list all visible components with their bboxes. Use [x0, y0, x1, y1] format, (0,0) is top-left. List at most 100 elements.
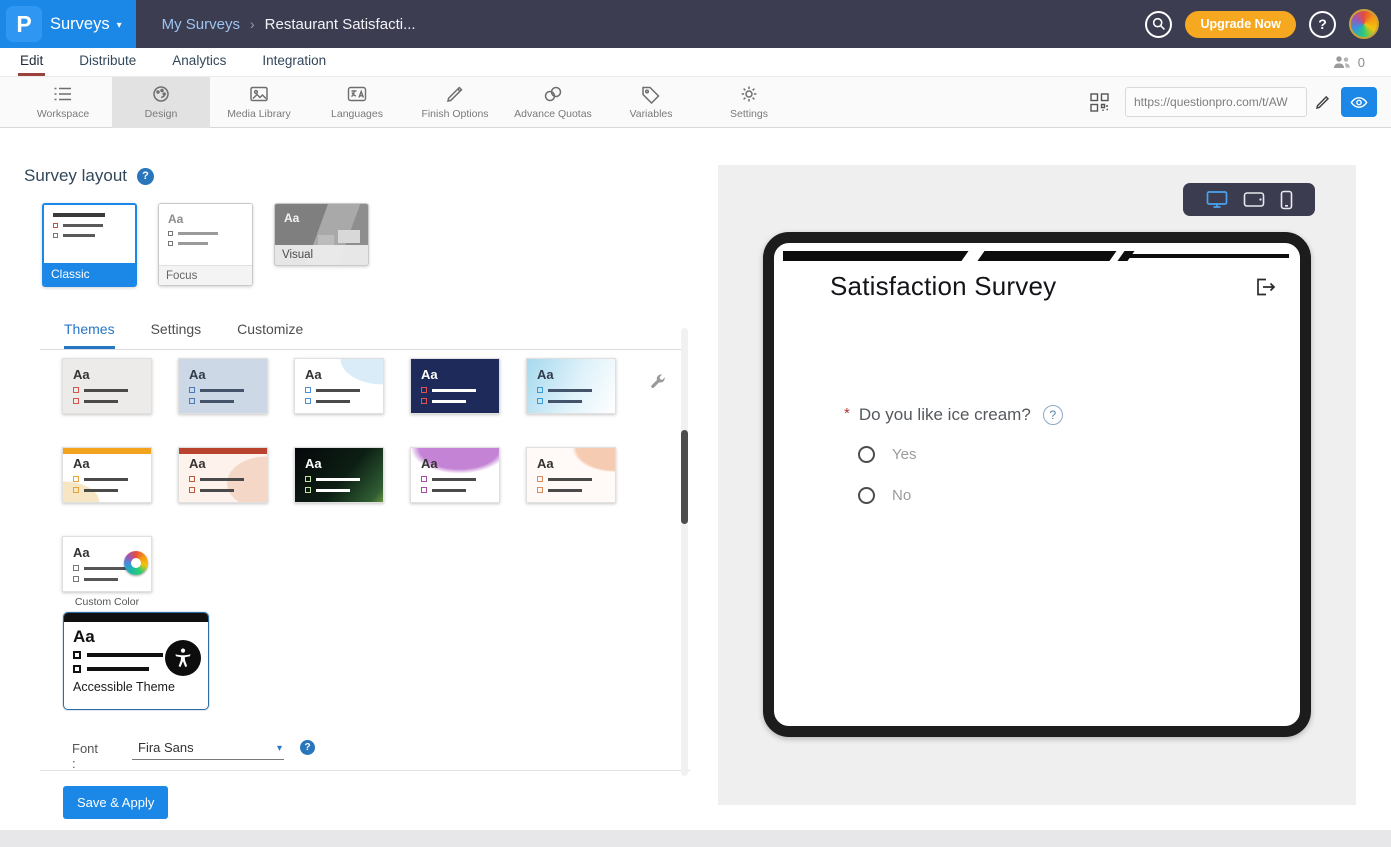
device-frame: Satisfaction Survey * Do you like ice cr… — [763, 232, 1311, 737]
variables-icon — [640, 84, 662, 104]
visual-label: Visual — [275, 245, 368, 265]
toolbar-item-settings[interactable]: Settings — [700, 77, 798, 128]
theme-card-10[interactable]: Aa — [526, 447, 616, 503]
exit-survey-button[interactable] — [1254, 277, 1276, 297]
qr-code-icon — [1090, 93, 1109, 112]
classic-label: Classic — [44, 263, 135, 285]
layout-option-classic[interactable]: Classic — [42, 203, 137, 287]
avatar[interactable] — [1349, 9, 1379, 39]
design-icon — [150, 84, 172, 104]
chevron-down-icon: ▾ — [117, 20, 122, 31]
answer-option-yes[interactable]: Yes — [858, 446, 916, 463]
accessible-theme-card[interactable]: Aa Accessible Theme — [63, 612, 209, 710]
eye-icon — [1350, 96, 1368, 109]
theme-card-2[interactable]: Aa — [178, 358, 268, 414]
layout-option-focus[interactable]: Aa Focus — [158, 203, 253, 286]
tab-edit[interactable]: Edit — [18, 48, 45, 76]
search-icon — [1152, 17, 1166, 31]
accessibility-icon — [165, 640, 201, 676]
focus-label: Focus — [159, 265, 252, 285]
device-desktop-button[interactable] — [1206, 190, 1228, 209]
layout-option-visual[interactable]: Aa Visual — [274, 203, 369, 266]
product-menu-label: Surveys — [50, 15, 110, 34]
preview-button[interactable] — [1341, 87, 1377, 117]
font-dropdown[interactable]: Fira Sans ▾ — [132, 738, 284, 760]
wrench-icon — [649, 373, 667, 391]
theme-card-7[interactable]: Aa — [178, 447, 268, 503]
toolbar-item-media-library[interactable]: Media Library — [210, 77, 308, 128]
tab-theme-settings[interactable]: Settings — [151, 321, 202, 349]
collaborators-button[interactable]: 0 — [1332, 48, 1365, 77]
help-button[interactable]: ? — [1309, 11, 1336, 38]
font-help-icon[interactable]: ? — [300, 740, 315, 755]
preview-panel: Satisfaction Survey * Do you like ice cr… — [718, 165, 1356, 805]
color-wheel-icon — [124, 551, 148, 575]
theme-card-4[interactable]: Aa — [410, 358, 500, 414]
custom-color-thumbnail: Aa — [62, 536, 152, 592]
save-apply-button[interactable]: Save & Apply — [63, 786, 168, 819]
toolbar-item-finish-options[interactable]: Finish Options — [406, 77, 504, 128]
option-no-label: No — [892, 487, 911, 504]
theme-card-1[interactable]: Aa — [62, 358, 152, 414]
workspace-icon — [52, 84, 74, 104]
tab-integration[interactable]: Integration — [260, 48, 328, 76]
upgrade-now-button[interactable]: Upgrade Now — [1185, 11, 1296, 38]
theme-card-6[interactable]: Aa — [62, 447, 152, 503]
scrollbar-thumb[interactable] — [681, 430, 688, 524]
pencil-icon — [1315, 94, 1331, 110]
toolbar-item-advance-quotas[interactable]: Advance Quotas — [504, 77, 602, 128]
tab-distribute[interactable]: Distribute — [77, 48, 138, 76]
accessible-theme-label: Accessible Theme — [64, 679, 208, 694]
toolbar-item-languages[interactable]: Languages — [308, 77, 406, 128]
font-label: Font : — [72, 741, 98, 771]
option-yes-label: Yes — [892, 446, 916, 463]
tab-themes[interactable]: Themes — [64, 321, 115, 349]
theme-card-9[interactable]: Aa — [410, 447, 500, 503]
desktop-icon — [1206, 190, 1228, 209]
media-library-icon — [248, 84, 270, 104]
survey-preview-title: Satisfaction Survey — [830, 271, 1056, 302]
top-bar: P Surveys ▾ My Surveys › Restaurant Sati… — [0, 0, 1391, 48]
layout-options: Classic Aa Focus Aa Visual — [42, 203, 369, 287]
classic-thumbnail — [44, 205, 135, 263]
finish-options-icon — [444, 84, 466, 104]
search-button[interactable] — [1145, 11, 1172, 38]
qr-code-button[interactable] — [1090, 93, 1109, 112]
toolbar-item-workspace[interactable]: Workspace — [14, 77, 112, 128]
custom-color-card[interactable]: Aa Custom Color — [62, 536, 152, 608]
accessible-theme-topbar — [64, 613, 208, 622]
product-menu[interactable]: P Surveys ▾ — [0, 0, 136, 48]
answer-option-no[interactable]: No — [858, 487, 911, 504]
theme-grid: Aa Aa Aa Aa Aa Aa Aa Aa Aa Aa Aa Custom Color — [62, 358, 622, 608]
scrollbar-track[interactable] — [681, 328, 688, 776]
tablet-icon — [1243, 191, 1265, 208]
collaborator-count: 0 — [1358, 55, 1365, 70]
device-tablet-button[interactable] — [1243, 191, 1265, 208]
theme-settings-tabs: Themes Settings Customize — [64, 321, 303, 349]
radio-no[interactable] — [858, 487, 875, 504]
theme-card-8[interactable]: Aa — [294, 447, 384, 503]
toolbar-item-design[interactable]: Design — [112, 77, 210, 128]
radio-yes[interactable] — [858, 446, 875, 463]
questionpro-logo: P — [6, 6, 42, 42]
nav-tab-bar: Edit Distribute Analytics Integration 0 — [0, 48, 1391, 77]
survey-layout-help-icon[interactable]: ? — [137, 168, 154, 185]
tab-customize[interactable]: Customize — [237, 321, 303, 349]
settings-icon — [738, 84, 760, 104]
survey-url-field[interactable]: https://questionpro.com/t/AW — [1125, 87, 1307, 117]
question-row: * Do you like ice cream? ? — [844, 405, 1063, 425]
device-mobile-button[interactable] — [1280, 190, 1293, 210]
question-text: Do you like ice cream? — [859, 405, 1031, 425]
theme-card-3[interactable]: Aa — [294, 358, 384, 414]
panel-divider — [40, 770, 690, 771]
customize-theme-wrench-button[interactable] — [649, 373, 667, 396]
people-icon — [1332, 55, 1352, 70]
toolbar-item-variables[interactable]: Variables — [602, 77, 700, 128]
question-help-icon[interactable]: ? — [1043, 405, 1063, 425]
theme-card-5[interactable]: Aa — [526, 358, 616, 414]
design-toolbar: Workspace Design Media Library Languages… — [0, 77, 1391, 128]
exit-icon — [1254, 277, 1276, 297]
edit-url-button[interactable] — [1315, 94, 1331, 110]
tab-analytics[interactable]: Analytics — [170, 48, 228, 76]
breadcrumb-my-surveys[interactable]: My Surveys — [162, 16, 240, 33]
